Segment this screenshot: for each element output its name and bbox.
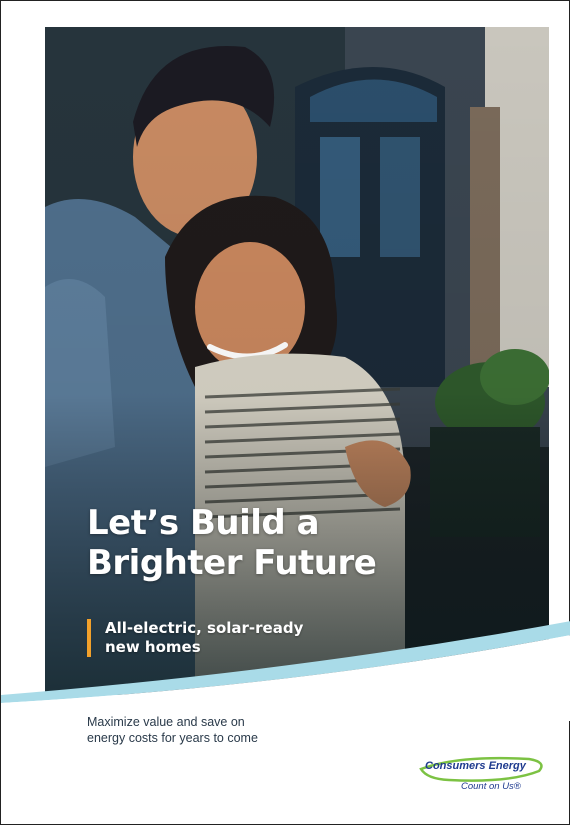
wave-divider [1, 621, 570, 721]
headline-line-2: Brighter Future [87, 543, 377, 583]
tagline: Maximize value and save on energy costs … [87, 714, 258, 746]
cover-headline: Let’s Build a Brighter Future [87, 503, 377, 583]
tagline-line-1: Maximize value and save on [87, 715, 245, 729]
headline-line-1: Let’s Build a [87, 503, 320, 543]
brochure-cover: Let’s Build a Brighter Future All-electr… [0, 0, 570, 825]
consumers-energy-logo: Consumers Energy Count on Us® [419, 753, 549, 801]
logo-slogan: Count on Us® [461, 781, 521, 792]
logo-brand-name: Consumers Energy [425, 760, 526, 772]
tagline-line-2: energy costs for years to come [87, 731, 258, 745]
